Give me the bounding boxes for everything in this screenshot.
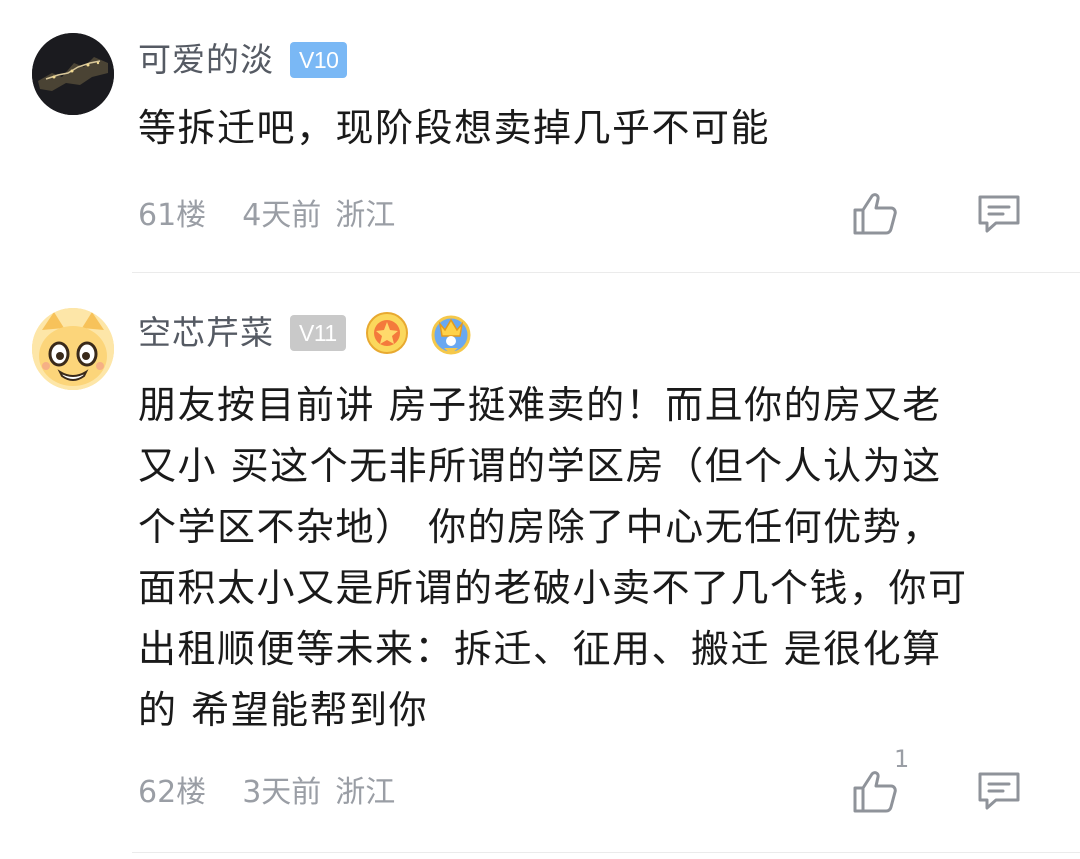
user-info-row: 可爱的淡 V10 [138, 38, 348, 82]
timestamp: 4天前 [242, 198, 322, 233]
username[interactable]: 可爱的淡 [138, 38, 274, 82]
comment-text: 朋友按目前讲 房子挺难卖的！而且你的房又老 又小 买这个无非所谓的学区房（但个人… [138, 375, 1060, 741]
timestamp: 3天前 [242, 775, 322, 810]
thumbs-up-icon [853, 193, 897, 235]
avatar-night-scene-image [32, 33, 114, 115]
level-badge: V11 [290, 315, 346, 351]
region: 浙江 [335, 198, 396, 233]
comment-text-line: 面积太小又是所谓的老破小卖不了几个钱，你可 [138, 566, 968, 610]
avatar[interactable] [32, 33, 114, 115]
username[interactable]: 空芯芹菜 [138, 311, 274, 355]
comment-icon [978, 772, 1020, 810]
avatar-cartoon-cat-image [32, 308, 114, 390]
reply-button[interactable] [976, 770, 1022, 812]
comment-item: 空芯芹菜 V11 朋友按目前讲 房子挺难卖的！而且你的房又老 又小 买这个无非所… [0, 273, 1080, 859]
like-button[interactable] [852, 192, 898, 236]
comment-item: 可爱的淡 V10 等拆迁吧，现阶段想卖掉几乎不可能 61楼 4天前 浙江 [0, 0, 1080, 272]
orange-medal-icon[interactable] [364, 310, 410, 356]
like-count: 1 [894, 745, 910, 773]
user-info-row: 空芯芹菜 V11 [138, 311, 474, 355]
comment-text-line: 又小 买这个无非所谓的学区房（但个人认为这 [138, 444, 942, 488]
floor-number: 62楼 [138, 775, 207, 810]
comment-text-line: 出租顺便等未来：拆迁、征用、搬迁 是很化算 [138, 627, 942, 671]
thumbs-up-icon [853, 771, 897, 813]
comment-text-line: 朋友按目前讲 房子挺难卖的！而且你的房又老 [138, 383, 942, 427]
divider [132, 852, 1080, 853]
comment-meta: 61楼 4天前 浙江 [138, 196, 395, 236]
floor-number: 61楼 [138, 198, 207, 233]
like-button[interactable] [852, 770, 898, 814]
comment-text-line: 的 希望能帮到你 [138, 688, 429, 732]
region: 浙江 [335, 775, 396, 810]
crown-medal-icon[interactable] [428, 310, 474, 356]
avatar[interactable] [32, 308, 114, 390]
comment-text: 等拆迁吧，现阶段想卖掉几乎不可能 [138, 106, 771, 150]
reply-button[interactable] [976, 193, 1022, 235]
level-badge: V10 [290, 42, 348, 78]
comment-text-line: 个学区不杂地） 你的房除了中心无任何优势， [138, 505, 942, 549]
comment-meta: 62楼 3天前 浙江 [138, 773, 395, 813]
comment-icon [978, 195, 1020, 233]
